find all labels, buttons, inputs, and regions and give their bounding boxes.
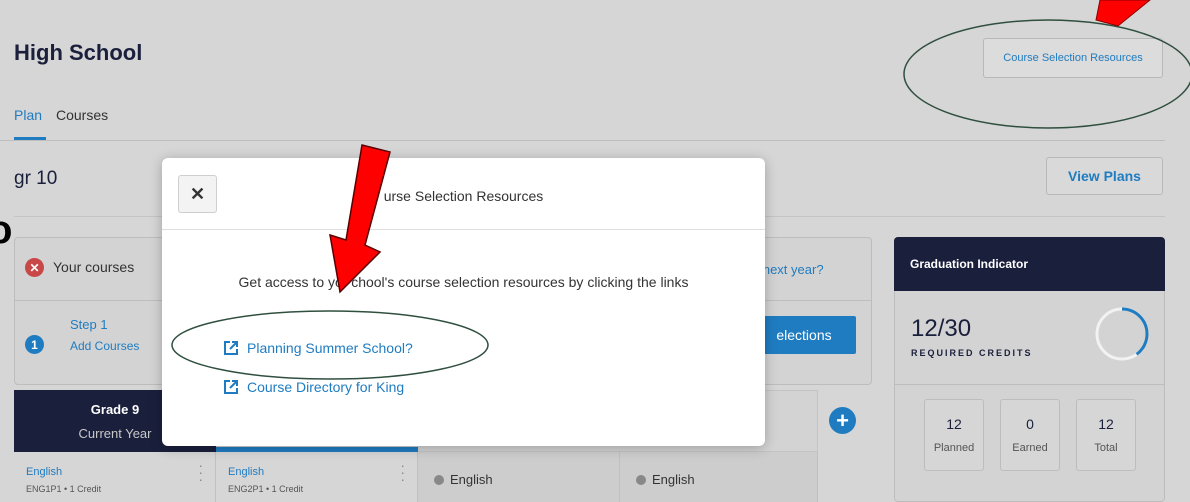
modal-divider	[162, 229, 765, 230]
link-label: Planning Summer School?	[247, 340, 413, 356]
alert-text: Your courses	[53, 259, 135, 275]
submit-selections-button[interactable]: elections	[752, 316, 856, 354]
stat-value: 0	[1026, 416, 1034, 432]
stat-value: 12	[1098, 416, 1114, 432]
step-number-badge: 1	[25, 335, 44, 354]
external-link-icon	[224, 341, 238, 355]
graduation-indicator-title: Graduation Indicator	[894, 237, 1165, 291]
plus-circle-icon	[636, 474, 646, 485]
stat-label: Earned	[1012, 442, 1048, 454]
stat-value: 12	[946, 416, 962, 432]
course-code: ENG2P1 • 1 Credit	[228, 484, 304, 494]
earned-stat: 0 Earned	[1000, 399, 1060, 471]
add-year-button[interactable]: +	[829, 407, 856, 434]
credits-label: REQUIRED CREDITS	[911, 348, 1033, 358]
course-title: English	[652, 472, 695, 487]
planned-stat: 12 Planned	[924, 399, 984, 471]
add-courses-link[interactable]: Add Courses	[70, 339, 139, 353]
link-label: Course Directory for King	[247, 379, 405, 395]
plan-name: gr 10	[14, 168, 58, 189]
course-selection-resources-button[interactable]: Course Selection Resources	[983, 38, 1163, 78]
course-title: English	[228, 466, 265, 478]
tab-plan-active-indicator	[14, 137, 46, 140]
step-label: Step 1	[70, 317, 108, 332]
graduation-divider	[894, 384, 1165, 385]
plus-circle-icon	[434, 474, 444, 485]
planning-summer-school-link[interactable]: Planning Summer School?	[223, 340, 413, 356]
credits-progress-ring	[1095, 307, 1149, 361]
course-code: ENG1P1 • 1 Credit	[26, 484, 102, 494]
course-cell[interactable]: English	[620, 452, 818, 502]
modal-title: urse Selection Resources	[383, 188, 544, 204]
kebab-menu-icon[interactable]: · · ·	[400, 458, 405, 486]
modal-body-text: Get access to yo chool's course selectio…	[238, 274, 689, 290]
edge-character: o	[0, 208, 13, 252]
tab-courses[interactable]: Courses	[56, 107, 108, 123]
credits-value: 12/30	[911, 315, 972, 342]
course-cell[interactable]: English ENG1P1 • 1 Credit · · ·	[14, 452, 216, 502]
error-icon: ✕	[25, 258, 44, 277]
tab-plan[interactable]: Plan	[14, 107, 42, 123]
course-cell[interactable]: English	[418, 452, 620, 502]
course-directory-link[interactable]: Course Directory for King	[223, 379, 404, 395]
annotation-arrow	[1095, 0, 1151, 27]
course-title: English	[26, 466, 63, 478]
external-link-icon	[224, 380, 238, 394]
tabs-divider	[0, 140, 1165, 141]
stat-label: Planned	[933, 442, 975, 454]
page-title: High School	[14, 40, 143, 65]
course-title: English	[450, 472, 493, 487]
total-stat: 12 Total	[1076, 399, 1136, 471]
stat-label: Total	[1094, 442, 1118, 454]
kebab-menu-icon[interactable]: · · ·	[198, 458, 203, 486]
course-cell[interactable]: English ENG2P1 • 1 Credit · · ·	[216, 452, 418, 502]
view-plans-button[interactable]: View Plans	[1046, 157, 1163, 195]
